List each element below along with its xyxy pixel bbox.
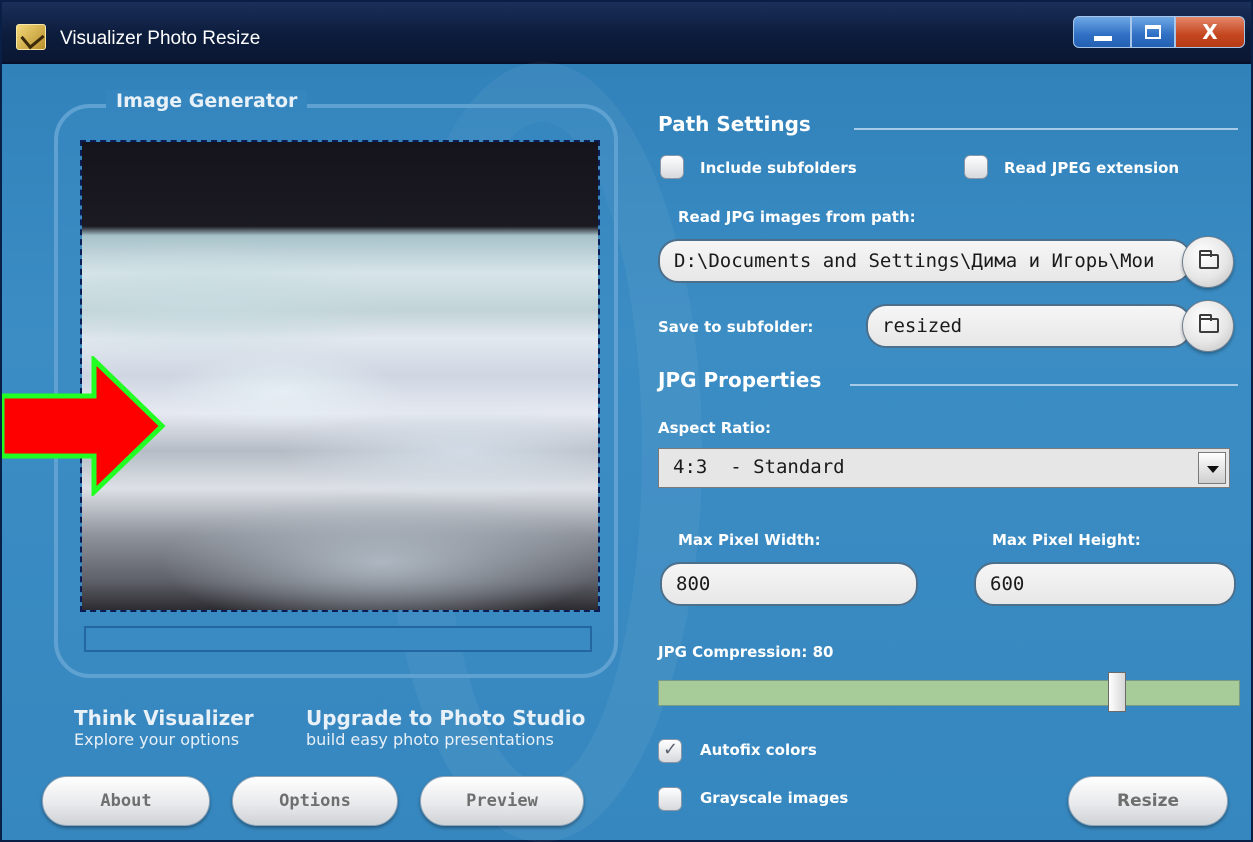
preview-button[interactable]: Preview	[420, 776, 584, 826]
title-bar[interactable]: Visualizer Photo Resize X	[2, 2, 1251, 64]
maximize-button[interactable]	[1131, 16, 1175, 48]
generator-progress-bar	[84, 626, 592, 652]
autofix-colors-label: Autofix colors	[700, 741, 817, 759]
save-subfolder-input[interactable]: resized	[866, 304, 1192, 348]
max-height-input[interactable]: 600	[974, 562, 1236, 606]
read-jpeg-extension-checkbox[interactable]	[964, 155, 988, 179]
max-height-label: Max Pixel Height:	[992, 531, 1141, 549]
browse-save-subfolder-button[interactable]	[1182, 300, 1234, 352]
about-button[interactable]: About	[42, 776, 210, 826]
window-controls: X	[1073, 16, 1245, 48]
max-width-label: Max Pixel Width:	[678, 531, 821, 549]
include-subfolders-checkbox[interactable]	[660, 155, 684, 179]
close-button[interactable]: X	[1175, 16, 1245, 48]
jpg-properties-divider	[850, 384, 1238, 386]
maximize-icon	[1145, 25, 1161, 39]
save-subfolder-label: Save to subfolder:	[658, 318, 814, 336]
grayscale-images-label: Grayscale images	[700, 789, 849, 807]
think-visualizer-subtitle: Explore your options	[74, 730, 240, 749]
resize-button[interactable]: Resize	[1068, 776, 1228, 826]
minimize-icon	[1094, 36, 1112, 41]
chevron-down-icon[interactable]	[1198, 452, 1226, 484]
window-title: Visualizer Photo Resize	[60, 28, 261, 49]
read-path-input[interactable]: D:\Documents and Settings\Дима и Игорь\М…	[658, 239, 1192, 283]
app-logo-icon	[16, 24, 46, 50]
browse-read-path-button[interactable]	[1182, 236, 1234, 288]
aspect-ratio-select[interactable]: 4:3 - Standard	[658, 448, 1230, 488]
think-visualizer-title: Think Visualizer	[74, 706, 254, 730]
jpg-properties-title: JPG Properties	[658, 368, 822, 392]
read-path-label: Read JPG images from path:	[678, 208, 916, 226]
grayscale-images-checkbox[interactable]	[658, 787, 682, 811]
autofix-colors-checkbox[interactable]	[658, 739, 682, 763]
red-arrow-icon	[2, 356, 166, 496]
minimize-button[interactable]	[1073, 16, 1131, 48]
folder-icon	[1199, 314, 1219, 333]
aspect-ratio-label: Aspect Ratio:	[658, 419, 772, 437]
app-window: Visualizer Photo Resize X Image Generato…	[0, 0, 1253, 842]
upgrade-subtitle: build easy photo presentations	[306, 730, 554, 749]
close-icon: X	[1202, 20, 1218, 44]
path-settings-divider	[854, 128, 1238, 130]
read-jpeg-extension-label: Read JPEG extension	[1004, 159, 1180, 177]
include-subfolders-label: Include subfolders	[700, 159, 857, 177]
image-generator-label: Image Generator	[106, 90, 308, 112]
compression-slider-track[interactable]	[658, 680, 1240, 706]
compression-slider-handle[interactable]	[1108, 672, 1126, 712]
folder-icon	[1199, 250, 1219, 269]
upgrade-title: Upgrade to Photo Studio	[306, 706, 586, 730]
path-settings-title: Path Settings	[658, 112, 811, 136]
options-button[interactable]: Options	[232, 776, 398, 826]
upgrade-promo[interactable]: Upgrade to Photo Studio build easy photo…	[306, 706, 585, 749]
aspect-ratio-value: 4:3 - Standard	[673, 456, 845, 478]
compression-label: JPG Compression: 80	[658, 643, 834, 661]
think-visualizer-promo[interactable]: Think Visualizer Explore your options	[74, 706, 254, 749]
max-width-input[interactable]: 800	[660, 562, 918, 606]
